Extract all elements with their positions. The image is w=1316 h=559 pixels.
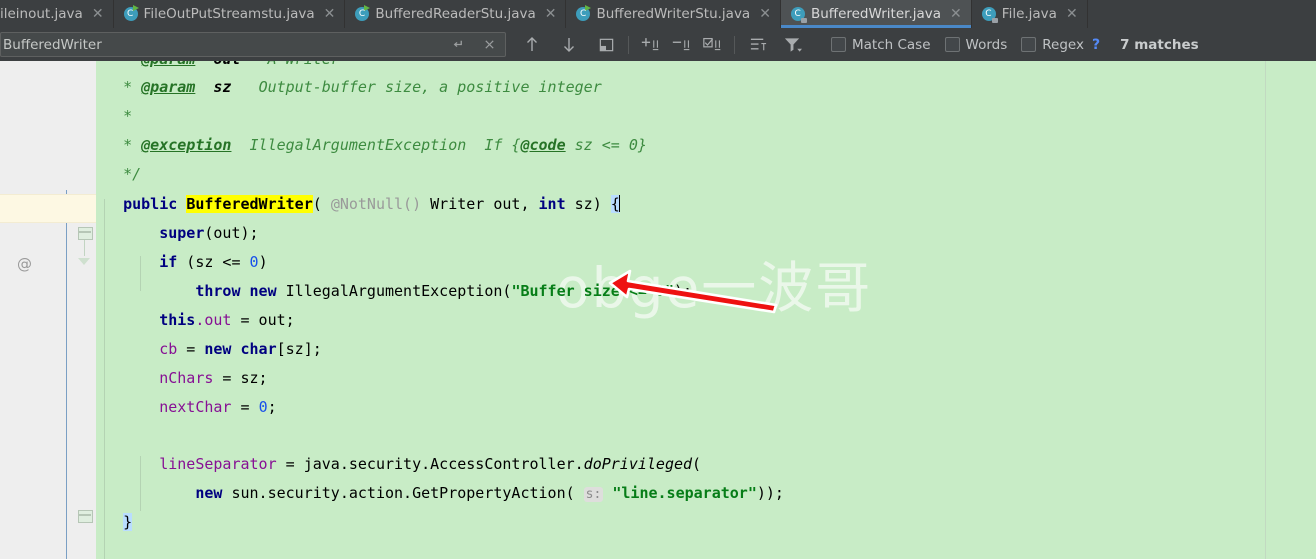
search-input[interactable] <box>1 36 441 53</box>
close-search-icon[interactable] <box>473 33 505 56</box>
regex-option[interactable]: Regex <box>1021 37 1084 53</box>
vcs-changed-marker <box>66 190 67 559</box>
close-icon[interactable]: ✕ <box>92 7 104 21</box>
editor-tab-bar: ileinout.java ✕ C FileOutPutStreamstu.ja… <box>0 0 1316 28</box>
code-line-javadoc-param-sz: * @param sz Output-buffer size, a positi… <box>96 78 602 96</box>
select-all-occurrences-icon[interactable] <box>700 32 726 58</box>
code-text[interactable]: * @param out A Writer * @param sz Output… <box>96 61 1316 559</box>
search-field-container[interactable] <box>0 32 506 57</box>
open-in-find-window-icon[interactable] <box>593 32 619 58</box>
close-icon[interactable]: ✕ <box>950 7 962 21</box>
search-history-icon[interactable] <box>441 33 473 56</box>
fold-marker-top[interactable] <box>78 227 93 240</box>
filter-icon[interactable] <box>779 32 805 58</box>
words-checkbox[interactable] <box>944 37 960 52</box>
match-case-label: Match Case <box>852 36 931 53</box>
close-icon[interactable]: ✕ <box>324 7 336 21</box>
regex-label: Regex <box>1042 36 1084 53</box>
match-case-checkbox[interactable] <box>831 37 846 52</box>
fold-marker-bottom[interactable] <box>78 510 93 523</box>
editor-gutter[interactable]: @ <box>0 61 96 559</box>
code-line-throw: throw new IllegalArgumentException("Buff… <box>195 282 693 300</box>
code-line-cb-assign: cb = new char[sz]; <box>159 340 322 358</box>
search-match-highlight: BufferedWriter <box>186 195 313 213</box>
regex-checkbox[interactable] <box>1021 37 1037 52</box>
find-toolbar: Match Case Words Regex ? 7 matches <box>0 28 1316 61</box>
add-occurrence-icon[interactable] <box>638 32 664 58</box>
tab-label: BufferedWriterStu.java <box>596 6 751 22</box>
close-icon[interactable]: ✕ <box>759 7 771 21</box>
tab-bufferedwriter[interactable]: C BufferedWriter.java ✕ <box>780 0 972 28</box>
code-line-javadoc-blank: * <box>123 107 133 125</box>
tab-fileoutputstreamstu[interactable]: C FileOutPutStreamstu.java ✕ <box>113 0 346 28</box>
parameter-hint: s: <box>583 487 604 502</box>
annotation-icon[interactable]: @ <box>17 255 32 273</box>
match-count-status: 7 matches <box>1120 36 1199 53</box>
toolbar-divider-2 <box>734 35 735 54</box>
close-icon[interactable]: ✕ <box>1066 7 1078 21</box>
tab-label: BufferedWriter.java <box>810 6 942 22</box>
words-label: Words <box>965 36 1008 53</box>
code-line-super: super(out); <box>159 224 259 242</box>
java-class-icon: C <box>123 5 139 21</box>
tab-bufferedwriterstu[interactable]: C BufferedWriterStu.java ✕ <box>566 0 781 28</box>
java-class-readonly-icon: C <box>790 7 807 23</box>
toolbar-divider <box>628 35 629 54</box>
tab-label: FileOutPutStreamstu.java <box>143 6 315 22</box>
code-line-javadoc-exception: * @exception IllegalArgumentException If… <box>96 136 647 154</box>
java-class-icon: C <box>355 5 371 21</box>
matching-brace-highlight-close: } <box>123 513 133 531</box>
code-line-this-out: this.out = out; <box>159 311 295 329</box>
java-class-icon: C <box>576 5 592 21</box>
code-line-nextchar: nextChar = 0; <box>159 398 277 416</box>
fold-rail <box>84 238 85 256</box>
code-line-nchars: nChars = sz; <box>159 369 268 387</box>
tab-label: BufferedReaderStu.java <box>375 6 536 22</box>
fold-collapse-arrow[interactable] <box>78 258 90 265</box>
remove-occurrence-icon[interactable] <box>669 32 695 58</box>
preserve-case-icon[interactable] <box>745 32 771 58</box>
tab-fileinout[interactable]: ileinout.java ✕ <box>0 0 114 28</box>
code-line-constructor-signature[interactable]: public BufferedWriter( @NotNull() Writer… <box>96 190 620 219</box>
tab-label: File.java <box>1001 6 1057 22</box>
code-line-lineseparator: lineSeparator = java.security.AccessCont… <box>159 455 702 473</box>
code-line-javadoc-param-out: * @param out A Writer <box>96 61 340 74</box>
java-class-readonly-icon: C <box>981 7 998 23</box>
ide-editor-window: ileinout.java ✕ C FileOutPutStreamstu.ja… <box>0 0 1316 559</box>
code-editor[interactable]: @ obge一波哥 * @param out A Writer * @param… <box>0 61 1316 559</box>
find-next-icon[interactable] <box>556 32 582 58</box>
code-line-javadoc-end: */ <box>123 165 142 183</box>
code-line-if: if (sz <= 0) <box>159 253 268 271</box>
words-option[interactable]: Words <box>944 36 1008 53</box>
tab-file[interactable]: C File.java ✕ <box>971 0 1088 28</box>
match-case-option[interactable]: Match Case <box>831 37 931 53</box>
tab-bufferedreaderstu[interactable]: C BufferedReaderStu.java ✕ <box>345 0 567 28</box>
find-previous-icon[interactable] <box>519 32 545 58</box>
code-line-getpropertyaction: new sun.security.action.GetPropertyActio… <box>195 484 784 502</box>
tab-label: ileinout.java <box>0 6 83 22</box>
code-line-closing-brace: } <box>96 508 133 537</box>
help-icon[interactable]: ? <box>1092 37 1100 53</box>
text-caret <box>618 195 620 212</box>
close-icon[interactable]: ✕ <box>545 7 557 21</box>
